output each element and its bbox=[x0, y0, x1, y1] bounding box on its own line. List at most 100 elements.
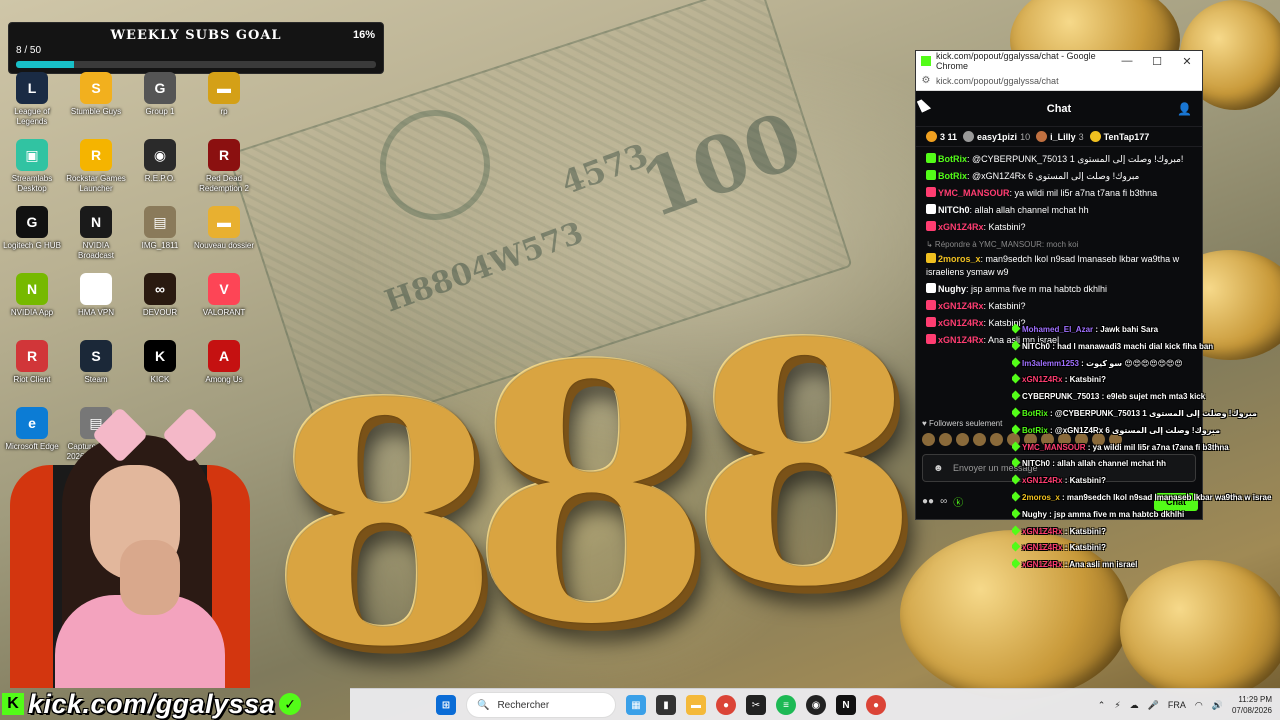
rank-badge-icon bbox=[926, 131, 937, 142]
app-icon: N bbox=[80, 206, 112, 238]
chat-username[interactable]: xGN1Z4Rx bbox=[938, 335, 984, 345]
desktop-icon[interactable]: G Group 1 bbox=[128, 72, 192, 117]
desktop-icon[interactable]: L League of Legends bbox=[0, 72, 64, 127]
overlay-username: xGN1Z4Rx bbox=[1022, 526, 1063, 536]
capcut-icon[interactable]: ✂ bbox=[746, 695, 766, 715]
chat-message[interactable]: BotRix: @CYBERPUNK_75013 مبروك! وصلت إلى… bbox=[926, 153, 1192, 166]
close-button[interactable]: ✕ bbox=[1172, 55, 1202, 68]
user-badge-icon bbox=[926, 283, 936, 293]
overlay-username: NITCh0 bbox=[1022, 459, 1050, 469]
user-settings-icon[interactable]: 👤 bbox=[1177, 102, 1192, 116]
chrome-icon[interactable]: ● bbox=[716, 695, 736, 715]
leaderboard-entry[interactable]: i_Lilly 3 bbox=[1036, 131, 1084, 142]
url-text[interactable]: kick.com/popout/ggalyssa/chat bbox=[936, 76, 1059, 86]
desktop-icon-label: Stumble Guys bbox=[70, 107, 122, 116]
tray-chevron-icon[interactable]: ⌃ bbox=[1098, 700, 1106, 711]
chrome-window-icon[interactable]: ● bbox=[866, 695, 886, 715]
microphone-icon[interactable]: 🎤 bbox=[1148, 700, 1159, 711]
desktop-icon[interactable]: R Red Dead Redemption 2 bbox=[192, 139, 256, 194]
volume-icon[interactable]: 🔊 bbox=[1212, 700, 1223, 711]
chat-username[interactable]: Nughy bbox=[938, 284, 966, 294]
chat-message[interactable]: xGN1Z4Rx: Katsbini? bbox=[926, 300, 1192, 313]
weekly-subs-goal: WEEKLY SUBS GOAL 16% 8 / 50 bbox=[8, 22, 384, 74]
taskbar-clock[interactable]: 11:29 PM 07/08/2026 bbox=[1232, 694, 1272, 716]
leaderboard-name: 3 11 bbox=[940, 131, 958, 142]
desktop-icon[interactable]: ▤ IMG_1811 bbox=[128, 206, 192, 251]
chat-username[interactable]: BotRix bbox=[938, 154, 967, 164]
nvidia-broadcast-icon[interactable]: N bbox=[836, 695, 856, 715]
chat-message[interactable]: Nughy: jsp amma five m ma habtcb dkhlhi bbox=[926, 283, 1192, 296]
desktop-icon-label: IMG_1811 bbox=[141, 241, 179, 250]
overlay-text: : @xGN1Z4Rx مبروك! وصلت إلى المستوى 6 bbox=[1047, 425, 1221, 435]
leaderboard-entry[interactable]: easy1pizi 10 bbox=[963, 131, 1030, 142]
widgets-icon[interactable]: ▦ bbox=[626, 695, 646, 715]
site-info-icon[interactable]: ⚙ bbox=[916, 75, 936, 86]
kick-logo-icon[interactable]: ⓚ bbox=[953, 494, 963, 509]
desktop-icon[interactable]: S Stumble Guys bbox=[64, 72, 128, 117]
desktop-icon[interactable]: ▬ rp bbox=[192, 72, 256, 117]
overlay-text: : Katsbini? bbox=[1062, 543, 1107, 553]
points-icon[interactable]: ●● bbox=[922, 496, 934, 507]
emoji-icon[interactable]: ☻ bbox=[933, 463, 944, 474]
taskbar-search[interactable]: 🔍 Rechercher bbox=[466, 692, 616, 718]
chat-message[interactable]: BotRix: @xGN1Z4Rx مبروك! وصلت إلى المستو… bbox=[926, 170, 1192, 183]
app-icon: V bbox=[208, 273, 240, 305]
search-icon: 🔍 bbox=[477, 699, 490, 711]
spotify-icon[interactable]: ≡ bbox=[776, 695, 796, 715]
overlay-text: : @CYBERPUNK_75013 مبروك! وصلت إلى المست… bbox=[1047, 408, 1257, 418]
chat-text: : jsp amma five m ma habtcb dkhlhi bbox=[966, 284, 1108, 294]
desktop-icon-label: rp bbox=[220, 107, 228, 116]
chat-username[interactable]: xGN1Z4Rx bbox=[938, 222, 984, 232]
chat-message[interactable]: YMC_MANSOUR: ya wildi mil li5r a7na t7an… bbox=[926, 187, 1192, 200]
infinity-icon[interactable]: ∞ bbox=[940, 496, 947, 507]
desktop-icon[interactable]: K KICK bbox=[128, 340, 192, 385]
maximize-button[interactable]: ☐ bbox=[1142, 55, 1172, 68]
chat-username[interactable]: xGN1Z4Rx bbox=[938, 301, 984, 311]
desktop-icon[interactable]: R Riot Client bbox=[0, 340, 64, 385]
cloud-icon[interactable]: ☁ bbox=[1130, 700, 1139, 711]
desktop-icon[interactable]: ▬ Nouveau dossier bbox=[192, 206, 256, 251]
network-icon[interactable]: ⚡ bbox=[1114, 700, 1120, 711]
language-indicator[interactable]: FRA bbox=[1168, 700, 1186, 710]
desktop-icon[interactable]: ▣ Streamlabs Desktop bbox=[0, 139, 64, 194]
desktop-icon[interactable]: S Steam bbox=[64, 340, 128, 385]
subs-goal-percent: 16% bbox=[352, 29, 375, 41]
minimize-button[interactable]: — bbox=[1112, 55, 1142, 67]
leaderboard-entry[interactable]: 3 11 bbox=[926, 131, 957, 142]
desktop-icon[interactable]: N NVIDIA App bbox=[0, 273, 64, 318]
overlay-badge-icon bbox=[1012, 323, 1021, 334]
wifi-icon[interactable]: ◠ bbox=[1195, 700, 1203, 711]
chat-text: : allah allah channel mchat hh bbox=[969, 205, 1089, 215]
desktop-icon[interactable]: V VALORANT bbox=[192, 273, 256, 318]
desktop-icon[interactable]: ◉ R.E.P.O. bbox=[128, 139, 192, 184]
desktop-icon[interactable]: R Rockstar Games Launcher bbox=[64, 139, 128, 194]
followers-only-label: ♥ Followers seulement bbox=[922, 419, 1003, 428]
desktop-icon[interactable]: ∞ DEVOUR bbox=[128, 273, 192, 318]
chat-message[interactable]: NITCh0: allah allah channel mchat hh bbox=[926, 204, 1192, 217]
app-icon: ▤ bbox=[144, 206, 176, 238]
desktop-icon[interactable]: H HMA VPN bbox=[64, 273, 128, 318]
file-explorer-icon[interactable]: ▮ bbox=[656, 695, 676, 715]
overlay-text: : jsp amma five m ma habtcb dkhlhi bbox=[1046, 509, 1185, 519]
obs-icon[interactable]: ◉ bbox=[806, 695, 826, 715]
chat-username[interactable]: BotRix bbox=[938, 171, 967, 181]
kick-logo-icon: K bbox=[2, 693, 24, 715]
desktop-icon[interactable]: G Logitech G HUB bbox=[0, 206, 64, 251]
desktop-icon[interactable]: N NVIDIA Broadcast bbox=[64, 206, 128, 261]
window-titlebar[interactable]: kick.com/popout/ggalyssa/chat - Google C… bbox=[916, 51, 1202, 71]
chat-username[interactable]: NITCh0 bbox=[938, 205, 970, 215]
chat-username[interactable]: xGN1Z4Rx bbox=[938, 318, 984, 328]
chat-username[interactable]: YMC_MANSOUR bbox=[938, 188, 1010, 198]
chat-message[interactable]: 2moros_x: man9sedch lkol n9sad lmanaseb … bbox=[926, 253, 1192, 279]
chat-message[interactable]: xGN1Z4Rx: Katsbini? bbox=[926, 221, 1192, 234]
window-title: kick.com/popout/ggalyssa/chat - Google C… bbox=[936, 51, 1096, 71]
folder-icon[interactable]: ▬ bbox=[686, 695, 706, 715]
overlay-badge-icon bbox=[1012, 491, 1021, 502]
overlay-chat-line: NITCh0 : had l manawadi3 machi dial kick… bbox=[1012, 339, 1278, 356]
start-button[interactable]: ⊞ bbox=[436, 695, 456, 715]
desktop-icon[interactable]: A Among Us bbox=[192, 340, 256, 385]
address-bar[interactable]: ⚙ kick.com/popout/ggalyssa/chat bbox=[916, 71, 1202, 91]
gift-leaderboard: 3 11 easy1pizi 10 i_Lilly 3 TenTap177 bbox=[916, 127, 1202, 147]
leaderboard-entry[interactable]: TenTap177 bbox=[1089, 131, 1149, 142]
chat-username[interactable]: 2moros_x bbox=[938, 254, 981, 264]
